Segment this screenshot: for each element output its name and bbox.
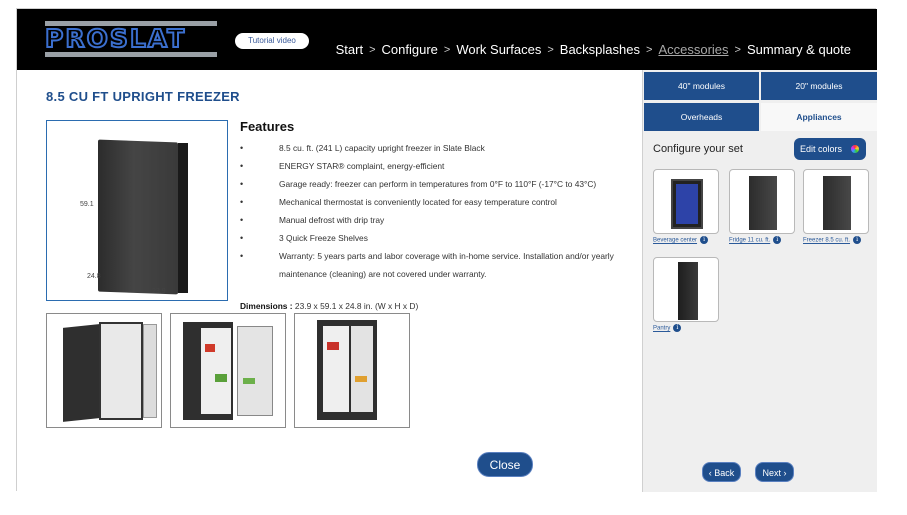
nav-separator: >: [369, 43, 376, 56]
proslat-configurator: PROSLAT Tutorial video Start > Configure…: [16, 8, 877, 492]
back-label: Back: [714, 468, 735, 478]
nav-accessories[interactable]: Accessories: [658, 42, 728, 57]
dimensions-line: Dimensions : 23.9 x 59.1 x 24.8 in. (W x…: [240, 301, 418, 311]
breadcrumb-nav: Start > Configure > Work Surfaces > Back…: [336, 42, 851, 57]
dim-height-label: 59.1: [80, 201, 94, 208]
thumb-open-door-shape: [143, 324, 157, 418]
appliance-card-freezer[interactable]: [803, 169, 869, 234]
dim-width-label: 23.9: [152, 288, 166, 295]
thumb-interior-shape: [201, 328, 231, 414]
edit-colors-button[interactable]: Edit colors: [794, 138, 866, 160]
nav-separator: >: [443, 43, 451, 56]
configure-sidebar: 40" modules 20" modules Overheads Applia…: [642, 70, 877, 492]
nav-configure[interactable]: Configure: [382, 42, 438, 57]
beverage-center-icon: [671, 179, 703, 229]
chevron-left-icon: ‹: [708, 468, 712, 478]
feature-item: Warranty: 5 years parts and labor covera…: [240, 247, 630, 283]
tutorial-video-button[interactable]: Tutorial video: [235, 33, 309, 49]
appliance-label-text: Beverage center: [653, 237, 698, 244]
appliance-label-pantry[interactable]: Pantry i: [653, 324, 682, 332]
product-main-image[interactable]: 59.1 24.8 23.9: [46, 120, 228, 301]
close-button[interactable]: Close: [477, 452, 533, 477]
header-bar: PROSLAT Tutorial video Start > Configure…: [17, 9, 877, 70]
nav-separator: >: [646, 43, 653, 56]
feature-item: Mechanical thermostat is conveniently lo…: [240, 193, 630, 211]
logo-wordmark: PROSLAT: [44, 24, 187, 54]
back-button[interactable]: ‹ Back: [702, 462, 741, 482]
dimensions-label: Dimensions :: [240, 301, 293, 311]
tab-20-modules[interactable]: 20" modules: [761, 72, 877, 100]
proslat-logo[interactable]: PROSLAT: [44, 21, 217, 57]
thumb-open-door-shape: [351, 326, 373, 412]
feature-item: Manual defrost with drip tray: [240, 211, 630, 229]
tab-overheads[interactable]: Overheads: [644, 103, 759, 131]
thumb-food-item: [355, 376, 367, 382]
info-icon[interactable]: i: [773, 236, 782, 244]
feature-item: 3 Quick Freeze Shelves: [240, 229, 630, 247]
color-wheel-icon: [851, 145, 859, 153]
nav-separator: >: [734, 43, 741, 56]
features-list: 8.5 cu. ft. (241 L) capacity upright fre…: [240, 139, 630, 283]
product-title: 8.5 CU FT UPRIGHT FREEZER: [46, 89, 240, 104]
thumbnail-open-stocked-angle[interactable]: [170, 313, 286, 428]
dim-depth-label: 24.8: [87, 273, 101, 280]
next-button[interactable]: Next ›: [755, 462, 794, 482]
appliance-label-text: Fridge 11 cu. ft.: [729, 237, 771, 244]
product-detail-panel: 8.5 CU FT UPRIGHT FREEZER 59.1 24.8 23.9…: [17, 70, 642, 492]
thumb-food-item: [215, 374, 227, 382]
fridge-icon: [749, 176, 777, 230]
thumb-open-door-shape: [237, 326, 273, 416]
features-heading: Features: [240, 119, 295, 134]
appliance-label-text: Pantry: [653, 325, 671, 332]
logo-bar-bottom: [45, 52, 217, 57]
feature-item: Garage ready: freezer can perform in tem…: [240, 175, 630, 193]
nav-summary-quote[interactable]: Summary & quote: [747, 42, 851, 57]
info-icon[interactable]: i: [700, 236, 709, 244]
beverage-center-glass-shape: [676, 184, 698, 224]
thumb-food-item: [327, 342, 339, 350]
tab-40-modules[interactable]: 40" modules: [644, 72, 759, 100]
thumb-food-item: [205, 344, 215, 352]
tab-appliances[interactable]: Appliances: [761, 103, 877, 131]
nav-work-surfaces[interactable]: Work Surfaces: [456, 42, 541, 57]
configure-your-set-label: Configure your set: [653, 143, 743, 155]
thumbnail-open-empty[interactable]: [46, 313, 162, 428]
thumbnail-open-stocked-front[interactable]: [294, 313, 410, 428]
freezer-side-shape: [178, 143, 188, 293]
nav-separator: >: [547, 43, 554, 56]
thumb-food-item: [243, 378, 255, 384]
thumb-door-shape: [63, 324, 99, 422]
next-label: Next: [762, 468, 781, 478]
nav-start[interactable]: Start: [336, 42, 363, 57]
nav-backsplashes[interactable]: Backsplashes: [560, 42, 640, 57]
edit-colors-label: Edit colors: [800, 144, 843, 154]
appliance-card-pantry[interactable]: [653, 257, 719, 322]
thumb-interior-shape: [99, 322, 143, 420]
appliance-card-fridge[interactable]: [729, 169, 795, 234]
info-icon[interactable]: i: [673, 324, 682, 332]
pantry-icon: [678, 262, 698, 320]
freezer-icon: [823, 176, 851, 230]
thumb-interior-shape: [323, 326, 349, 412]
freezer-body-shape: [98, 139, 178, 295]
info-icon[interactable]: i: [853, 236, 862, 244]
appliance-label-freezer[interactable]: Freezer 8.5 cu. ft. i: [803, 236, 862, 244]
appliance-label-text: Freezer 8.5 cu. ft.: [803, 237, 851, 244]
appliance-card-beverage-center[interactable]: [653, 169, 719, 234]
chevron-right-icon: ›: [783, 468, 787, 478]
appliance-label-beverage-center[interactable]: Beverage center i: [653, 236, 709, 244]
feature-item: 8.5 cu. ft. (241 L) capacity upright fre…: [240, 139, 630, 157]
dimensions-value: 23.9 x 59.1 x 24.8 in. (W x H x D): [294, 301, 419, 311]
appliance-label-fridge[interactable]: Fridge 11 cu. ft. i: [729, 236, 782, 244]
feature-item: ENERGY STAR® complaint, energy-efficient: [240, 157, 630, 175]
